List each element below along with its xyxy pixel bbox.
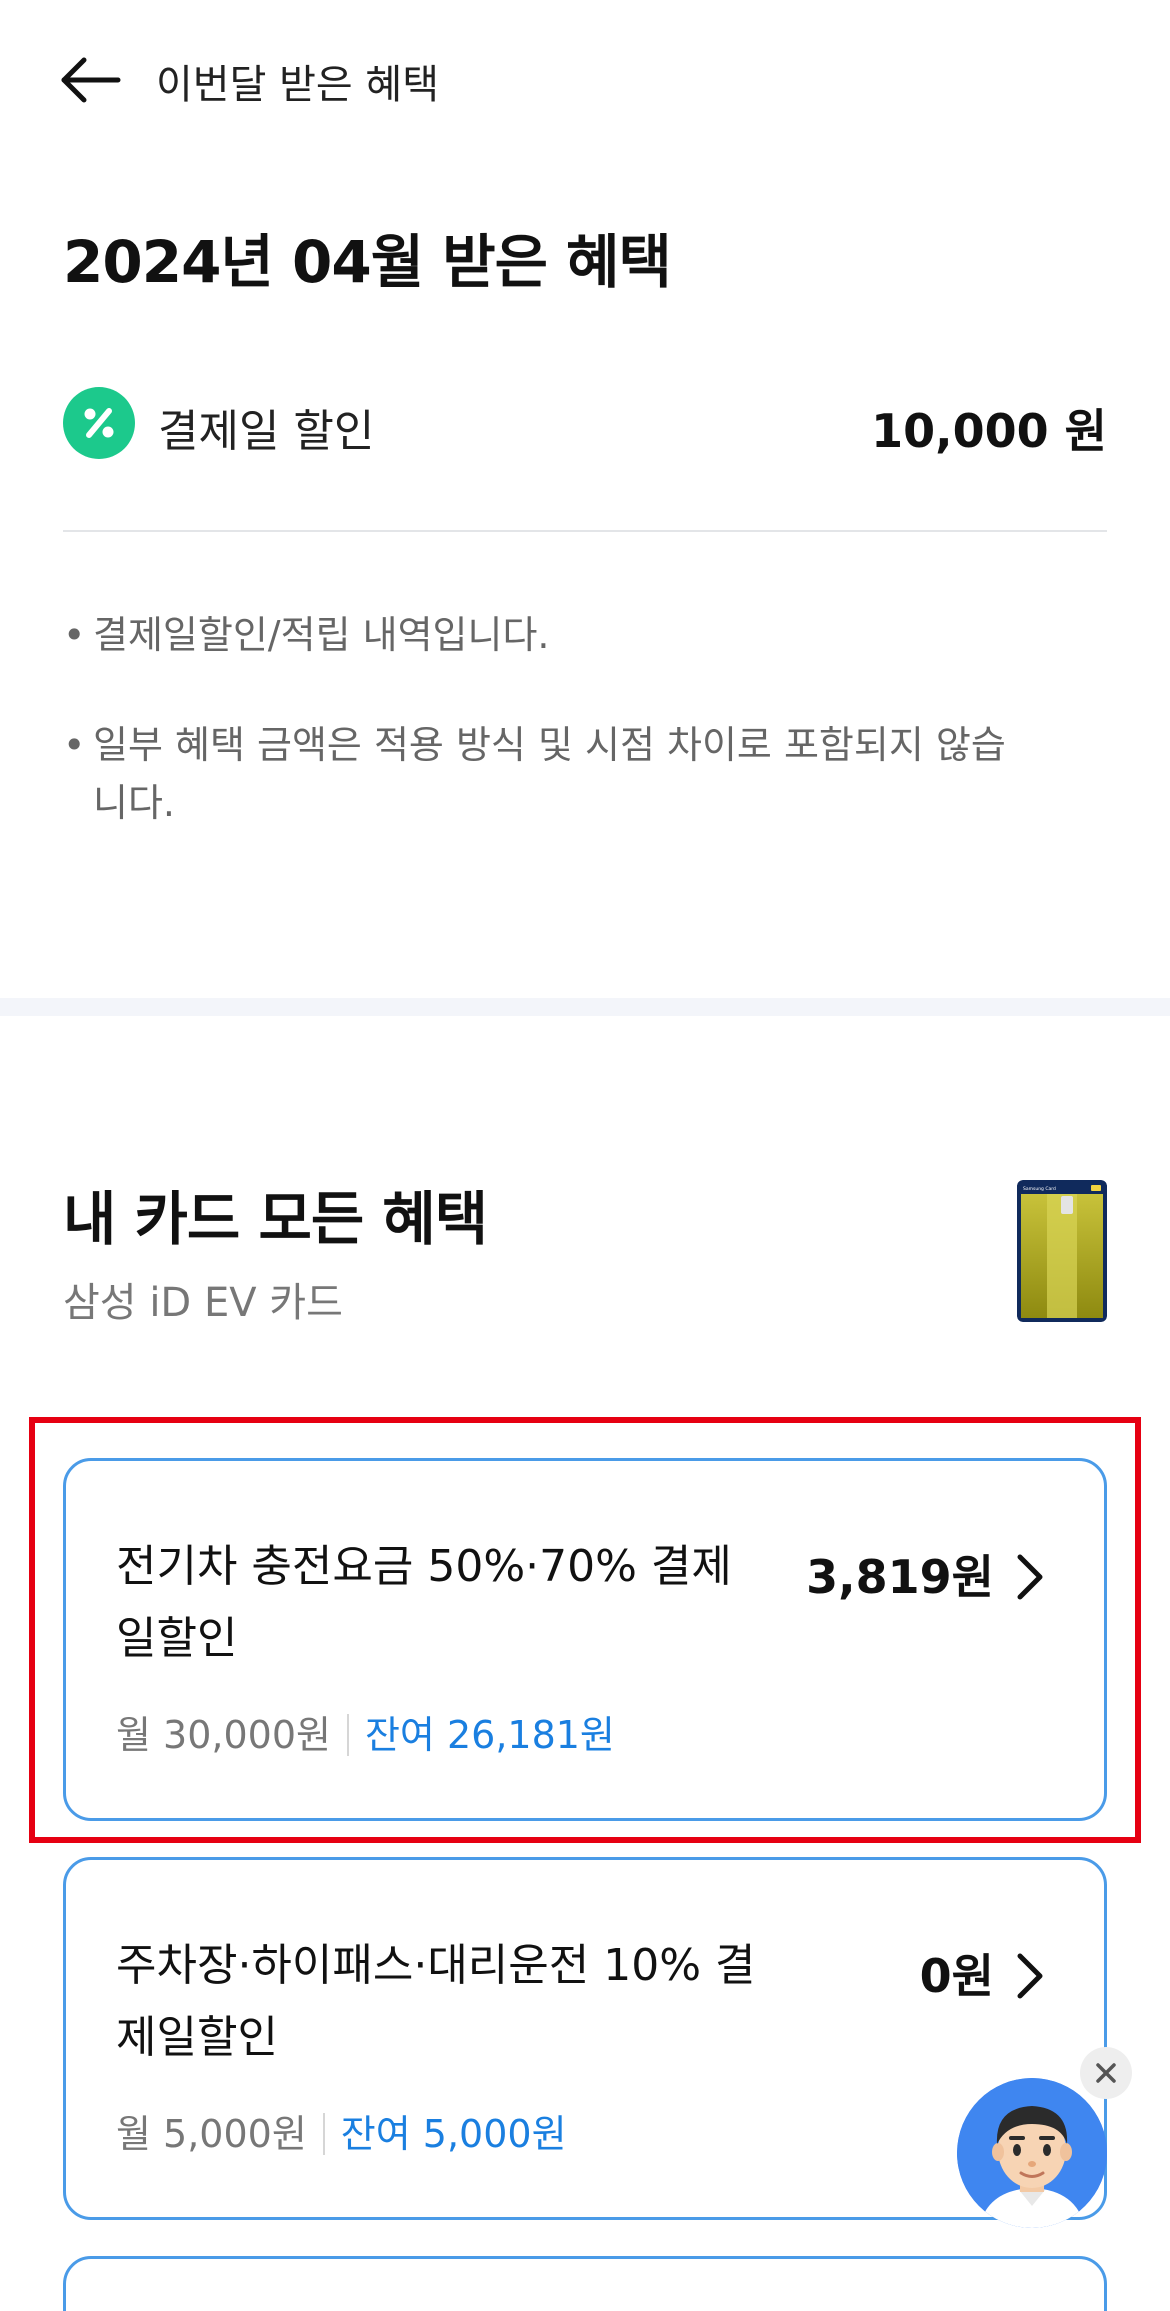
benefit-card[interactable]: 주차장·하이패스·대리운전 10% 결제일할인 0원 월 5,000원 잔여 5,… [63, 1857, 1107, 2220]
card-brand-text: Samsung Card [1023, 1186, 1056, 1192]
benefit-name: 주차장·하이패스·대리운전 10% 결제일할인 [116, 1940, 756, 2063]
chevron-right-icon[interactable] [1012, 1950, 1046, 2002]
benefit-meta: 월 5,000원 잔여 5,000원 [116, 2103, 567, 2158]
bullet: • [63, 613, 86, 657]
divider [63, 530, 1107, 532]
card-name: 삼성 iD EV 카드 [63, 1280, 343, 1326]
close-icon [1096, 2063, 1116, 2083]
note-text: 결제일할인/적립 내역입니다. [93, 613, 550, 657]
benefit-monthly-limit: 월 5,000원 [116, 2112, 307, 2156]
note-text: 일부 혜택 금액은 적용 방식 및 시점 차이로 포함되지 않습니다. [93, 723, 1006, 825]
app-header: 이번달 받은 혜택 [0, 0, 1170, 150]
discount-amount: 10,000 원 [871, 404, 1107, 458]
arrow-left-icon [61, 57, 121, 103]
discount-label: 결제일 할인 [158, 406, 375, 457]
card-image[interactable]: Samsung Card [1017, 1180, 1107, 1322]
discount-summary-row: 결제일 할인 10,000 원 [63, 385, 1107, 460]
header-title: 이번달 받은 혜택 [156, 62, 440, 108]
note-item: • 결제일할인/적립 내역입니다. [63, 606, 1063, 666]
benefits-page: 이번달 받은 혜택 2024년 04월 받은 혜택 결제일 할인 10,000 … [0, 0, 1170, 2311]
percent-icon [63, 387, 135, 459]
back-button[interactable] [56, 50, 126, 110]
benefit-amount: 0원 [919, 1949, 994, 2003]
chatbot-avatar-button[interactable] [957, 2078, 1107, 2228]
bullet: • [63, 723, 86, 767]
separator [322, 2113, 325, 2155]
section-divider-band [0, 998, 1170, 1016]
chatbot-character-icon [957, 2078, 1107, 2228]
benefit-card[interactable] [63, 2256, 1107, 2311]
note-item: • 일부 혜택 금액은 적용 방식 및 시점 차이로 포함되지 않습니다. [63, 716, 1063, 836]
benefit-remaining: 잔여 5,000원 [340, 2112, 567, 2156]
month-title: 2024년 04월 받은 혜택 [63, 228, 672, 296]
cards-section-title: 내 카드 모든 혜택 [63, 1185, 488, 1253]
highlight-box [29, 1417, 1141, 1843]
chat-close-button[interactable] [1080, 2047, 1132, 2099]
